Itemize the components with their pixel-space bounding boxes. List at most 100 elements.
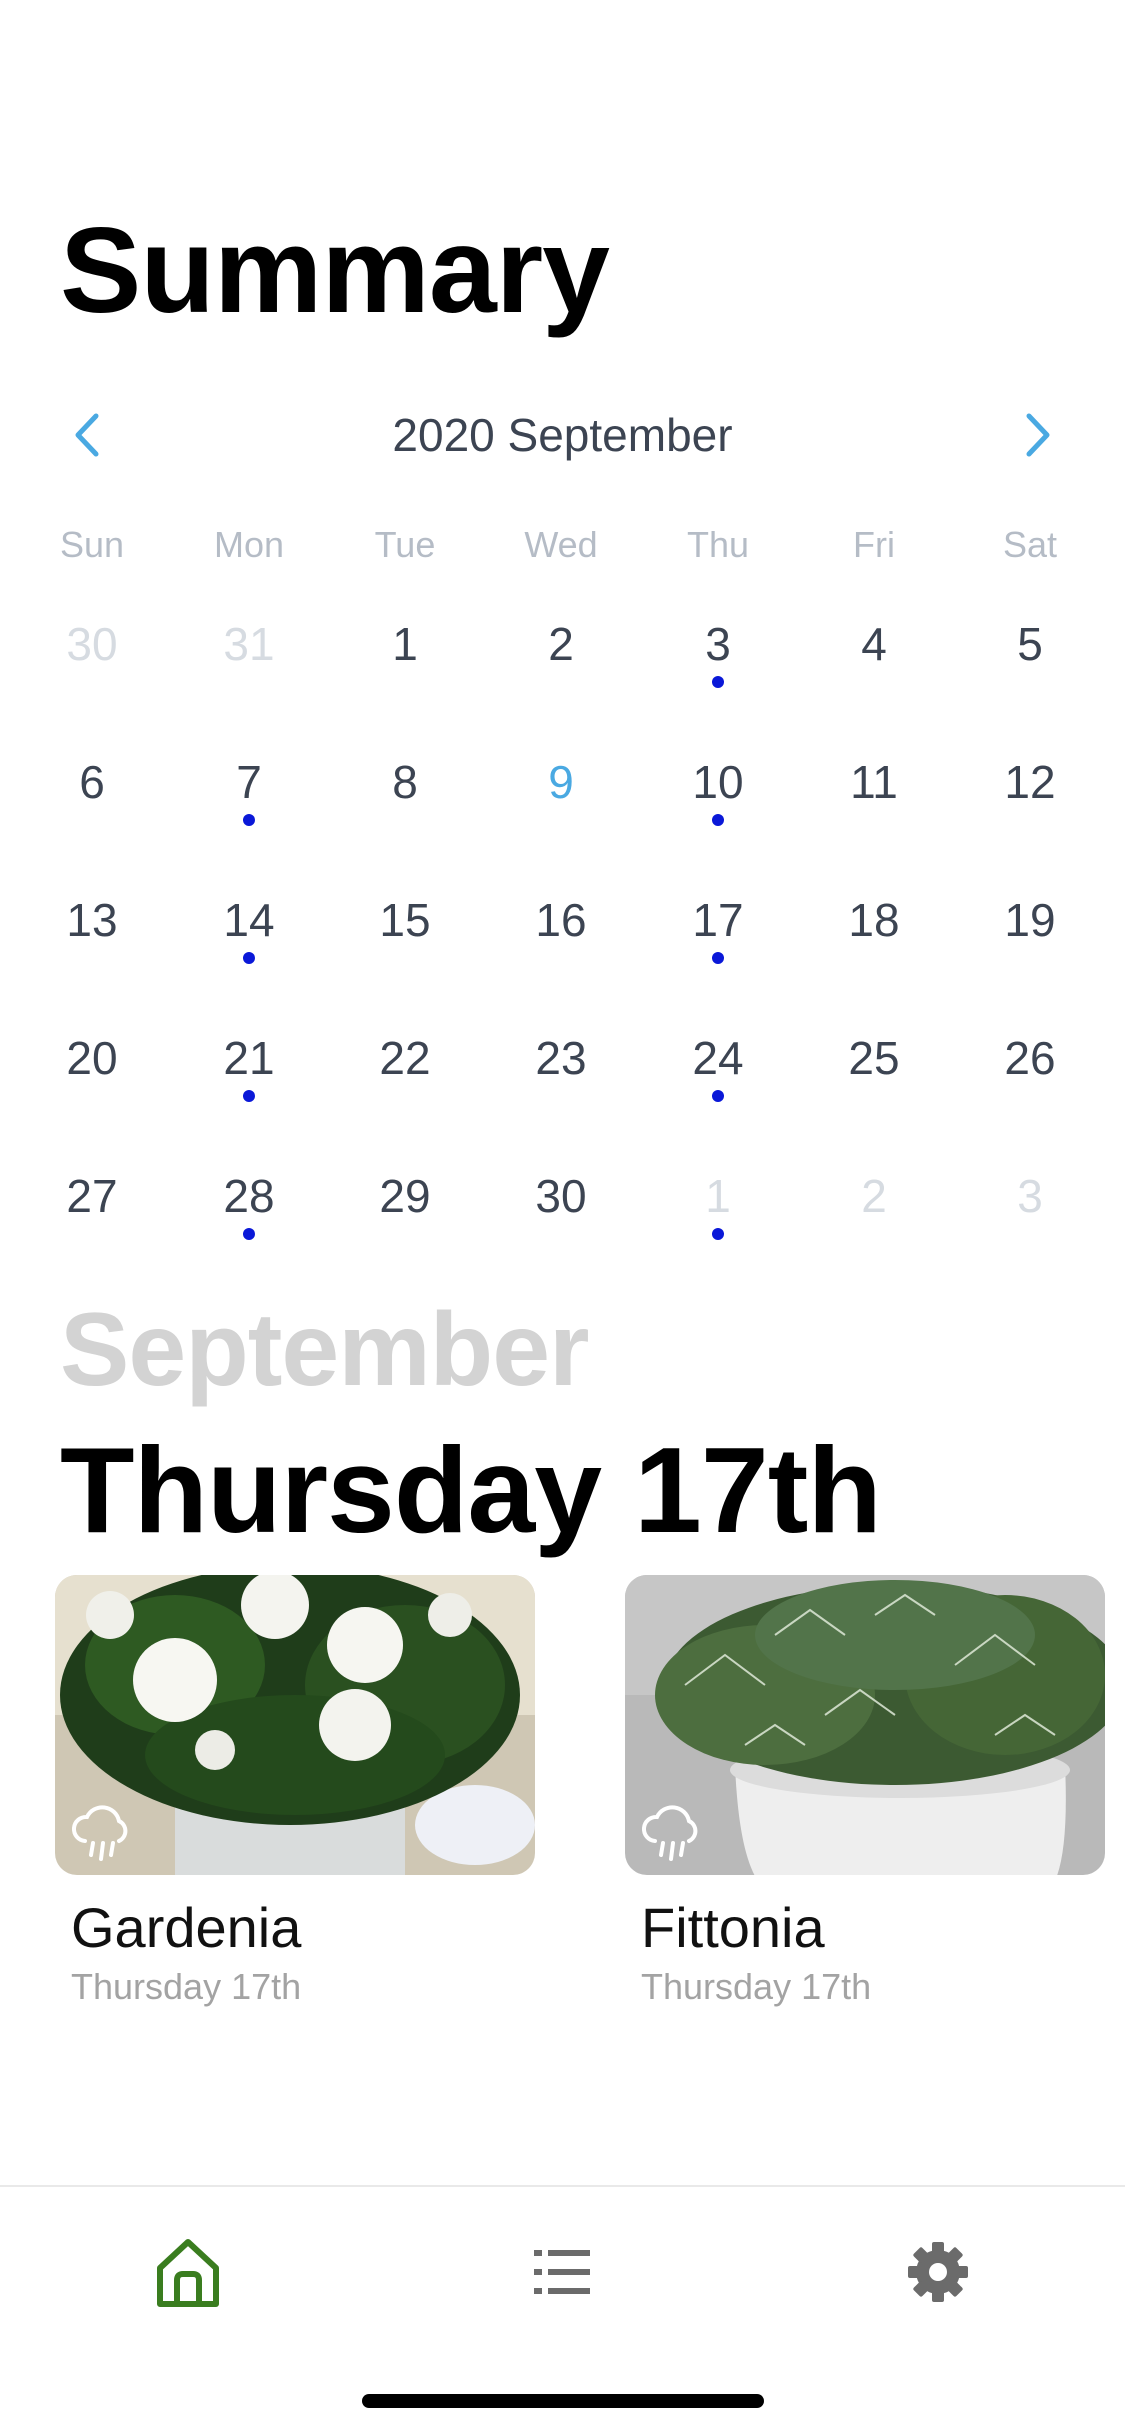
weekday-header-row: Sun Mon Tue Wed Thu Fri Sat bbox=[0, 520, 1125, 570]
day-number: 29 bbox=[379, 1170, 431, 1222]
day-number: 30 bbox=[535, 1170, 587, 1222]
day-number: 13 bbox=[66, 894, 118, 946]
calendar-day[interactable]: 2 bbox=[506, 596, 616, 706]
calendar-header: 2020 September bbox=[0, 395, 1125, 475]
day-number: 20 bbox=[66, 1032, 118, 1084]
rain-cloud-icon bbox=[642, 1805, 698, 1861]
chevron-right-icon bbox=[1026, 413, 1050, 457]
day-number: 4 bbox=[861, 618, 887, 670]
weekday-label: Mon bbox=[213, 524, 285, 565]
calendar-day[interactable]: 6 bbox=[37, 734, 147, 844]
calendar-day[interactable]: 15 bbox=[350, 872, 460, 982]
day-number: 23 bbox=[535, 1032, 587, 1084]
calendar-day[interactable]: 3 bbox=[663, 596, 773, 706]
day-number: 5 bbox=[1017, 618, 1043, 670]
calendar-day[interactable]: 18 bbox=[819, 872, 929, 982]
calendar-day[interactable]: 19 bbox=[975, 872, 1085, 982]
day-number: 27 bbox=[66, 1170, 118, 1222]
day-number: 19 bbox=[1004, 894, 1056, 946]
calendar-day[interactable]: 1 bbox=[663, 1148, 773, 1258]
plant-name: Fittonia bbox=[641, 1896, 825, 1959]
day-number: 3 bbox=[1017, 1170, 1043, 1222]
day-number: 16 bbox=[535, 894, 587, 946]
weekday-label: Sun bbox=[59, 524, 125, 565]
plant-photo bbox=[625, 1575, 1105, 1875]
app-screen: Summary 2020 September Sun Mon Tue Wed Thu Fr… bbox=[0, 0, 1125, 2436]
event-dot bbox=[243, 1090, 255, 1102]
calendar-day[interactable]: 17 bbox=[663, 872, 773, 982]
calendar-day[interactable]: 10 bbox=[663, 734, 773, 844]
plant-date: Thursday 17th bbox=[641, 1966, 872, 2007]
selected-month: September bbox=[60, 1292, 590, 1408]
day-number: 9 bbox=[548, 756, 574, 808]
day-number: 30 bbox=[66, 618, 118, 670]
calendar-day[interactable]: 8 bbox=[350, 734, 460, 844]
calendar-day[interactable]: 13 bbox=[37, 872, 147, 982]
plant-card-fittonia[interactable]: Fittonia Thursday 17th bbox=[625, 1575, 1105, 2011]
rain-cloud-icon bbox=[72, 1805, 128, 1861]
day-number: 12 bbox=[1004, 756, 1056, 808]
selected-date-heading: Thursday 17th bbox=[60, 1422, 882, 1558]
event-dot bbox=[712, 1228, 724, 1240]
next-month-button[interactable] bbox=[993, 395, 1083, 475]
day-number: 11 bbox=[850, 756, 898, 808]
page-title: Summary bbox=[60, 202, 610, 338]
day-number: 18 bbox=[848, 894, 900, 946]
day-number: 25 bbox=[848, 1032, 900, 1084]
day-number: 6 bbox=[79, 756, 105, 808]
plant-name: Gardenia bbox=[71, 1896, 302, 1959]
weekday-label: Tue bbox=[374, 524, 436, 565]
calendar-day[interactable]: 11 bbox=[819, 734, 929, 844]
calendar-day[interactable]: 30 bbox=[506, 1148, 616, 1258]
calendar-day[interactable]: 24 bbox=[663, 1010, 773, 1120]
calendar-day[interactable]: 30 bbox=[37, 596, 147, 706]
calendar-day[interactable]: 4 bbox=[819, 596, 929, 706]
day-number: 22 bbox=[379, 1032, 431, 1084]
day-number: 31 bbox=[223, 618, 275, 670]
calendar-day[interactable]: 29 bbox=[350, 1148, 460, 1258]
event-dot bbox=[712, 676, 724, 688]
event-dot bbox=[243, 814, 255, 826]
calendar-day[interactable]: 12 bbox=[975, 734, 1085, 844]
tab-settings[interactable] bbox=[878, 2217, 998, 2327]
day-number: 26 bbox=[1004, 1032, 1056, 1084]
calendar-day[interactable]: 28 bbox=[194, 1148, 304, 1258]
home-icon bbox=[157, 2239, 219, 2307]
weekday-label: Thu bbox=[686, 524, 750, 565]
calendar-day[interactable]: 1 bbox=[350, 596, 460, 706]
plant-date: Thursday 17th bbox=[71, 1966, 302, 2007]
event-dot bbox=[243, 1228, 255, 1240]
weekday-label: Fri bbox=[853, 524, 895, 565]
plant-card-gardenia[interactable]: Gardenia Thursday 17th bbox=[55, 1575, 535, 2011]
day-number: 1 bbox=[392, 618, 418, 670]
home-indicator bbox=[362, 2394, 764, 2408]
day-number: 2 bbox=[861, 1170, 887, 1222]
calendar-day[interactable]: 7 bbox=[194, 734, 304, 844]
gear-icon bbox=[908, 2242, 968, 2302]
calendar-day[interactable]: 16 bbox=[506, 872, 616, 982]
calendar-day[interactable]: 23 bbox=[506, 1010, 616, 1120]
calendar-day[interactable]: 26 bbox=[975, 1010, 1085, 1120]
tab-list[interactable] bbox=[502, 2217, 622, 2327]
event-dot bbox=[243, 952, 255, 964]
calendar-day[interactable]: 5 bbox=[975, 596, 1085, 706]
calendar-month-label: 2020 September bbox=[392, 409, 733, 461]
calendar-day[interactable]: 14 bbox=[194, 872, 304, 982]
calendar-day[interactable]: 2 bbox=[819, 1148, 929, 1258]
calendar-day[interactable]: 3 bbox=[975, 1148, 1085, 1258]
tab-home[interactable] bbox=[128, 2217, 248, 2327]
event-dot bbox=[712, 814, 724, 826]
weekday-label: Wed bbox=[524, 524, 598, 565]
calendar-day[interactable]: 20 bbox=[37, 1010, 147, 1120]
calendar-day[interactable]: 21 bbox=[194, 1010, 304, 1120]
calendar-day[interactable]: 27 bbox=[37, 1148, 147, 1258]
calendar-day-today[interactable]: 9 bbox=[506, 734, 616, 844]
weekday-label: Sat bbox=[1002, 524, 1058, 565]
plant-photo bbox=[55, 1575, 535, 1875]
event-dot bbox=[712, 1090, 724, 1102]
calendar-day[interactable]: 22 bbox=[350, 1010, 460, 1120]
calendar-day[interactable]: 31 bbox=[194, 596, 304, 706]
calendar-day[interactable]: 25 bbox=[819, 1010, 929, 1120]
list-icon bbox=[534, 2250, 590, 2294]
day-number: 15 bbox=[379, 894, 431, 946]
